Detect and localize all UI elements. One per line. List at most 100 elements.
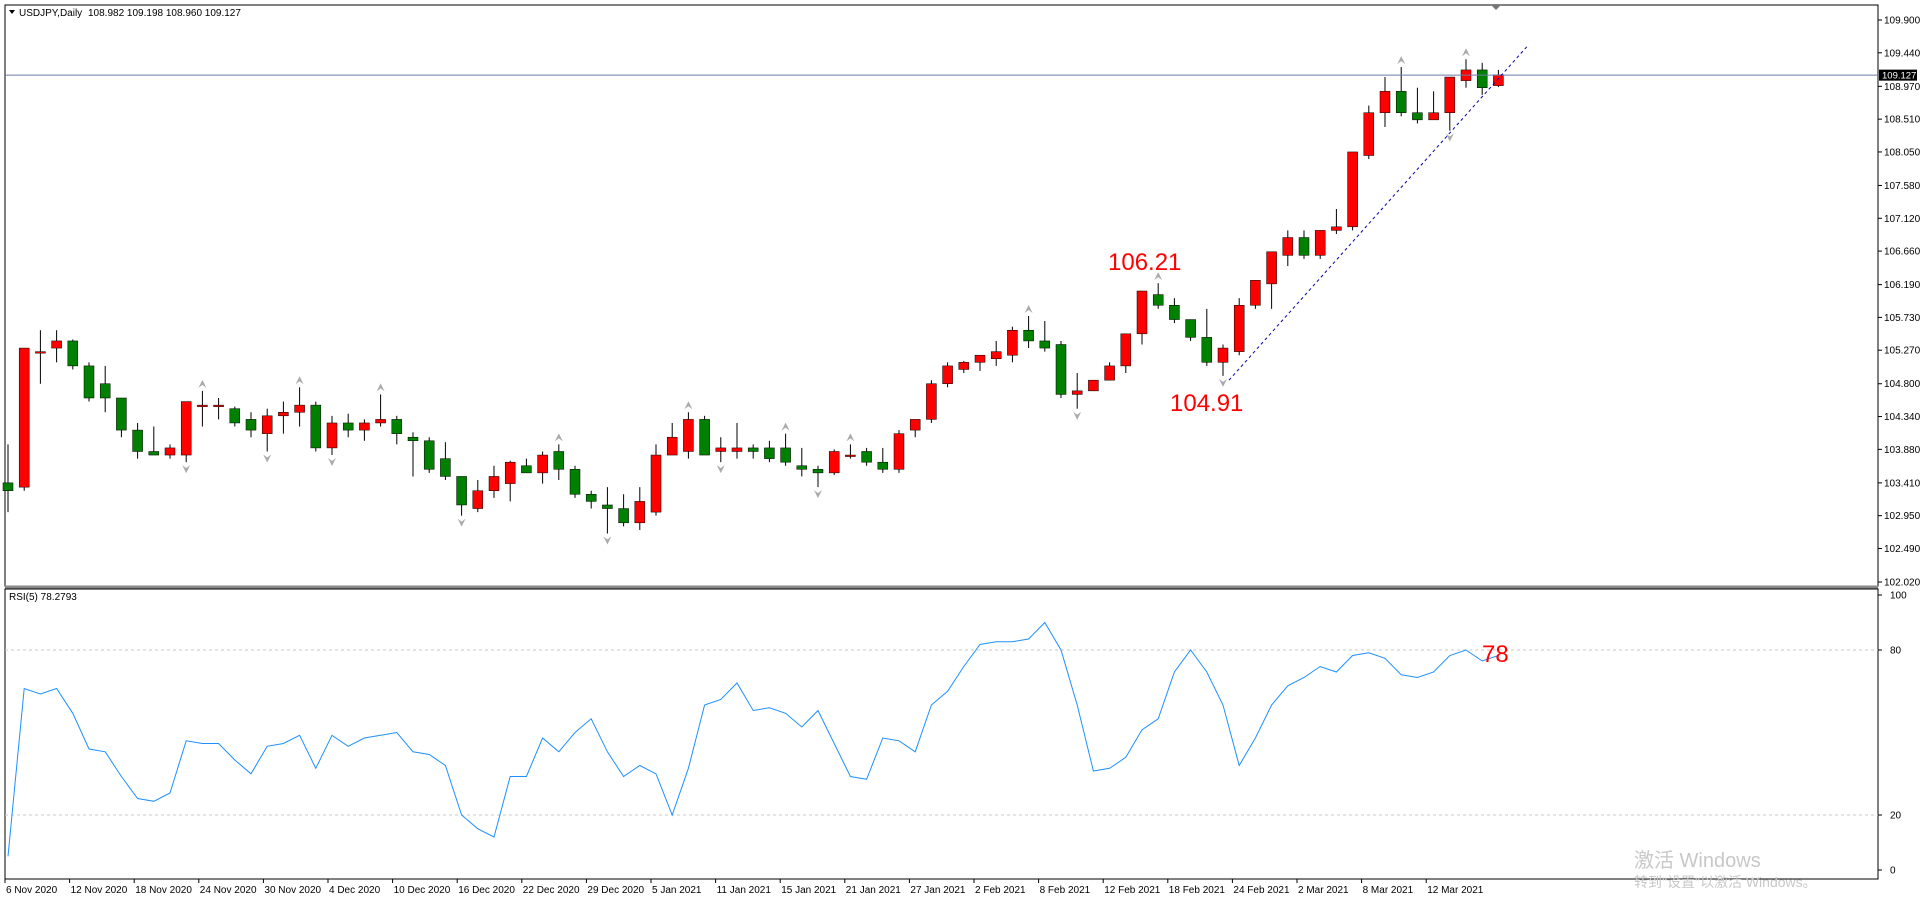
- candle-body[interactable]: [472, 490, 484, 509]
- candle-body[interactable]: [278, 412, 289, 417]
- candle-body[interactable]: [602, 504, 613, 509]
- candle-body[interactable]: [1363, 112, 1375, 156]
- time-tick-label: 12 Nov 2020: [71, 885, 128, 896]
- price-tick-label: 102.020: [1884, 578, 1920, 589]
- candle-body[interactable]: [375, 419, 386, 424]
- candle-body[interactable]: [845, 454, 856, 457]
- candle-body[interactable]: [310, 404, 322, 449]
- candle-body[interactable]: [1331, 226, 1342, 231]
- candle-body[interactable]: [1088, 379, 1099, 392]
- candle-body[interactable]: [812, 469, 824, 474]
- candle-body[interactable]: [391, 419, 403, 434]
- candle-body[interactable]: [2, 482, 14, 491]
- candle-body[interactable]: [456, 476, 467, 506]
- candle-body[interactable]: [1412, 112, 1423, 121]
- ohlc-values-label: 108.982 109.198 108.960 109.127: [88, 8, 241, 19]
- candle-body[interactable]: [585, 494, 597, 502]
- candle-body[interactable]: [245, 419, 257, 431]
- candle-body[interactable]: [521, 465, 532, 474]
- candle-body[interactable]: [942, 365, 953, 384]
- candle-body[interactable]: [1071, 390, 1083, 395]
- candle-body[interactable]: [666, 436, 678, 456]
- candle-body[interactable]: [261, 415, 273, 434]
- candle-body[interactable]: [1169, 305, 1180, 320]
- rsi-tick-label: 20: [1890, 811, 1902, 822]
- candle-body[interactable]: [731, 447, 743, 452]
- candle-body[interactable]: [893, 433, 905, 470]
- candle-body[interactable]: [1298, 237, 1310, 256]
- candle-body[interactable]: [1023, 329, 1034, 342]
- candle-body[interactable]: [67, 340, 79, 367]
- candle-body[interactable]: [359, 422, 370, 431]
- candle-body[interactable]: [1250, 280, 1261, 306]
- candle-body[interactable]: [116, 397, 127, 431]
- candle-body[interactable]: [1282, 237, 1294, 256]
- candle-body[interactable]: [83, 365, 95, 399]
- candle-body[interactable]: [35, 351, 46, 354]
- candle-body[interactable]: [796, 465, 808, 470]
- candle-body[interactable]: [861, 451, 872, 463]
- chart-canvas[interactable]: USDJPY,Daily 108.982 109.198 108.960 109…: [0, 0, 1920, 900]
- candle-body[interactable]: [229, 408, 241, 424]
- candle-body[interactable]: [1493, 74, 1504, 86]
- candle-body[interactable]: [715, 447, 727, 452]
- candle-body[interactable]: [683, 419, 694, 452]
- candle-body[interactable]: [909, 419, 921, 431]
- candle-body[interactable]: [1104, 365, 1115, 381]
- candle-body[interactable]: [828, 451, 840, 474]
- price-tick-label: 102.490: [1884, 544, 1920, 555]
- candle-body[interactable]: [747, 447, 759, 452]
- candle-body[interactable]: [1136, 290, 1148, 335]
- candle-body[interactable]: [1201, 337, 1213, 363]
- rsi-indicator-label: RSI(5) 78.2793: [9, 592, 77, 603]
- candle-body[interactable]: [294, 404, 305, 413]
- candle-body[interactable]: [1395, 91, 1407, 113]
- time-tick-label: 8 Mar 2021: [1363, 885, 1414, 896]
- candle-body[interactable]: [990, 351, 1002, 360]
- candle-body[interactable]: [342, 422, 354, 431]
- candle-body[interactable]: [488, 476, 500, 491]
- candle-body[interactable]: [148, 451, 160, 456]
- candle-body[interactable]: [1185, 319, 1196, 338]
- candle-body[interactable]: [780, 447, 791, 463]
- candle-body[interactable]: [423, 440, 435, 470]
- candle-body[interactable]: [1379, 91, 1391, 113]
- candle-body[interactable]: [180, 401, 192, 456]
- candle-body[interactable]: [1217, 347, 1229, 363]
- candle-body[interactable]: [1476, 69, 1488, 89]
- candle-body[interactable]: [764, 447, 775, 459]
- candle-body[interactable]: [618, 508, 629, 524]
- candle-body[interactable]: [51, 340, 62, 349]
- candle-body[interactable]: [974, 354, 986, 363]
- candle-body[interactable]: [440, 458, 451, 477]
- candle-body[interactable]: [877, 461, 889, 470]
- candle-body[interactable]: [1444, 76, 1456, 113]
- candle-body[interactable]: [1055, 344, 1067, 395]
- candle-body[interactable]: [197, 404, 208, 407]
- candle-body[interactable]: [926, 383, 937, 420]
- candle-body[interactable]: [537, 454, 548, 474]
- candle-body[interactable]: [1152, 294, 1164, 306]
- candle-body[interactable]: [1428, 112, 1439, 121]
- candle-body[interactable]: [699, 419, 710, 456]
- candle-body[interactable]: [99, 383, 111, 399]
- candle-body[interactable]: [504, 461, 516, 484]
- candle-body[interactable]: [650, 454, 662, 513]
- candle-body[interactable]: [1314, 230, 1326, 256]
- candle-body[interactable]: [958, 362, 970, 370]
- candle-body[interactable]: [634, 501, 646, 524]
- candle-body[interactable]: [1007, 329, 1018, 356]
- candle-body[interactable]: [569, 469, 581, 495]
- candle-body[interactable]: [1233, 305, 1245, 352]
- candle-body[interactable]: [326, 422, 338, 449]
- candle-body[interactable]: [18, 347, 30, 488]
- candle-body[interactable]: [164, 447, 176, 456]
- candle-body[interactable]: [407, 436, 419, 442]
- candle-body[interactable]: [553, 451, 565, 470]
- candle-body[interactable]: [1266, 251, 1277, 285]
- candle-body[interactable]: [213, 404, 224, 407]
- candle-body[interactable]: [1039, 340, 1051, 349]
- candle-body[interactable]: [1120, 333, 1132, 367]
- candle-body[interactable]: [132, 429, 143, 452]
- candle-body[interactable]: [1347, 151, 1358, 228]
